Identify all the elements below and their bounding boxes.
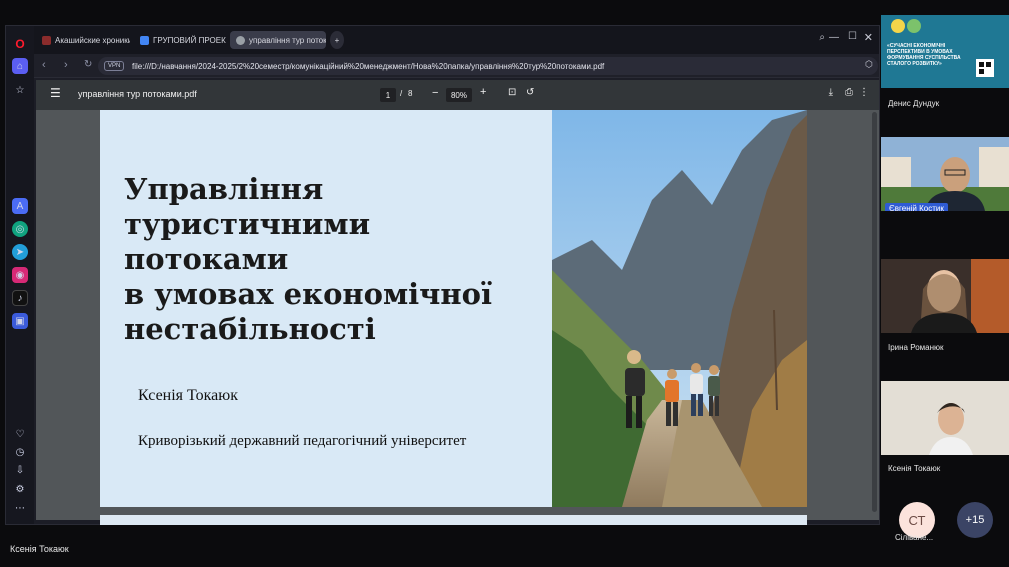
pdf-filename: управління тур потоками.pdf <box>78 89 197 99</box>
aria-icon[interactable]: A <box>12 198 28 214</box>
zoom-out-icon[interactable]: − <box>432 87 438 99</box>
settings-icon[interactable]: ⚙ <box>12 481 28 497</box>
new-tab-button[interactable]: + <box>330 31 344 49</box>
more-options-icon[interactable]: ⋮ <box>859 87 869 98</box>
zoom-input[interactable]: 80% <box>446 88 472 102</box>
extensions-icon[interactable]: ⬡ <box>865 59 873 70</box>
participant-video <box>881 137 1009 211</box>
star-icon[interactable]: ☆ <box>12 82 28 98</box>
heart-icon[interactable]: ♡ <box>12 426 28 442</box>
close-icon[interactable]: ✕ <box>864 31 873 44</box>
minimize-icon[interactable]: — <box>829 32 839 43</box>
participant-video <box>881 259 1009 333</box>
tab-bar: Акашийские хроники ку ГРУПОВИЙ ПРОЕКТ пі… <box>34 26 879 54</box>
opera-logo-icon[interactable]: O <box>12 36 28 52</box>
instagram-icon[interactable]: ◉ <box>12 267 28 283</box>
url-text: file:///D:/навчання/2024-2025/2%20семест… <box>132 61 605 71</box>
reload-icon[interactable]: ↻ <box>84 59 92 70</box>
more-participants-button[interactable]: +15 <box>957 502 993 538</box>
participant-name-badge: Євгеній Костик <box>885 203 948 211</box>
pdf-toolbar: ☰ управління тур потоками.pdf 1 / 8 − 80… <box>36 80 879 110</box>
address-bar: ‹ › ↻ VPN file:///D:/навчання/2024-2025/… <box>34 54 879 78</box>
opera-sidebar: O ⌂ ☆ A ◎ ➤ ◉ ♪ ▣ ♡ ◷ ⇩ ⚙ ⋯ <box>6 26 34 524</box>
tab-group-project[interactable]: ГРУПОВИЙ ПРОЕКТ під <box>134 31 226 49</box>
print-icon[interactable]: ⎙ <box>845 87 853 98</box>
pdf-scrollbar[interactable] <box>872 112 877 512</box>
video-call-screen: O ⌂ ☆ A ◎ ➤ ◉ ♪ ▣ ♡ ◷ ⇩ ⚙ ⋯ Акашийские х… <box>0 0 1009 567</box>
tab-label: Акашийские хроники ку <box>55 35 130 45</box>
tab-favicon-icon <box>42 35 51 45</box>
rotate-icon[interactable]: ↺ <box>526 87 534 98</box>
next-slide-edge <box>100 515 807 525</box>
telegram-icon[interactable]: ➤ <box>12 244 28 260</box>
menu-icon[interactable]: ☰ <box>50 86 61 100</box>
maximize-icon[interactable]: ☐ <box>848 31 857 42</box>
presenter-label: Ксенія Токаюк <box>10 544 69 554</box>
slide-title: Управління туристичними потоками в умова… <box>124 172 492 346</box>
participant-tile-video[interactable]: Євгеній Костик <box>881 137 1009 211</box>
tab-akashic[interactable]: Акашийские хроники ку <box>36 31 130 49</box>
slide-page: Управління туристичними потоками в умова… <box>100 110 807 507</box>
url-input[interactable]: VPN file:///D:/навчання/2024-2025/2%20се… <box>98 57 878 75</box>
back-icon[interactable]: ‹ <box>42 59 46 71</box>
participant-name: Денис Дундук <box>888 99 940 108</box>
search-icon[interactable]: ⌕ <box>819 32 825 43</box>
mountain-hikers-image <box>552 110 807 507</box>
total-pages: 8 <box>408 89 413 98</box>
forward-icon[interactable]: › <box>64 59 68 71</box>
tab-label: управління тур потокам <box>249 35 326 45</box>
participant-tile-video[interactable] <box>881 381 1009 455</box>
extension-icon[interactable]: ▣ <box>12 313 28 329</box>
download-icon[interactable]: ⤓ <box>829 87 833 98</box>
docs-favicon-icon <box>140 35 149 45</box>
participant-video <box>881 381 1009 455</box>
home-icon[interactable]: ⌂ <box>12 58 28 74</box>
tiktok-icon[interactable]: ♪ <box>12 290 28 306</box>
participant-name: Ірина Романюк <box>888 343 944 352</box>
participant-tile-poster[interactable]: «СУЧАСНІ ЕКОНОМІЧНІ ПЕРСПЕКТИВИ В УМОВАХ Ф… <box>881 15 1009 88</box>
page-number-input[interactable]: 1 <box>380 88 396 102</box>
tab-label: ГРУПОВИЙ ПРОЕКТ під <box>153 35 226 45</box>
slide-university: Криворізький державний педагогічний унів… <box>138 433 467 449</box>
globe-favicon-icon <box>236 35 245 45</box>
more-icon[interactable]: ⋯ <box>12 500 28 516</box>
participant-name: Ксенія Токаюк <box>888 464 941 473</box>
vpn-badge[interactable]: VPN <box>104 61 125 71</box>
tab-pdf[interactable]: управління тур потокам <box>230 31 326 49</box>
fit-page-icon[interactable]: ⊡ <box>508 87 516 98</box>
poster-text: «СУЧАСНІ ЕКОНОМІЧНІ ПЕРСПЕКТИВИ В УМОВАХ Ф… <box>887 43 961 67</box>
avatar-name: Сіліване... <box>895 533 934 542</box>
participant-tile-video[interactable] <box>881 259 1009 333</box>
zoom-in-icon[interactable]: + <box>480 86 486 98</box>
history-icon[interactable]: ◷ <box>12 444 28 460</box>
slide-author: Ксенія Токаюк <box>138 387 238 404</box>
downloads-icon[interactable]: ⇩ <box>12 462 28 478</box>
chatgpt-icon[interactable]: ◎ <box>12 221 28 237</box>
